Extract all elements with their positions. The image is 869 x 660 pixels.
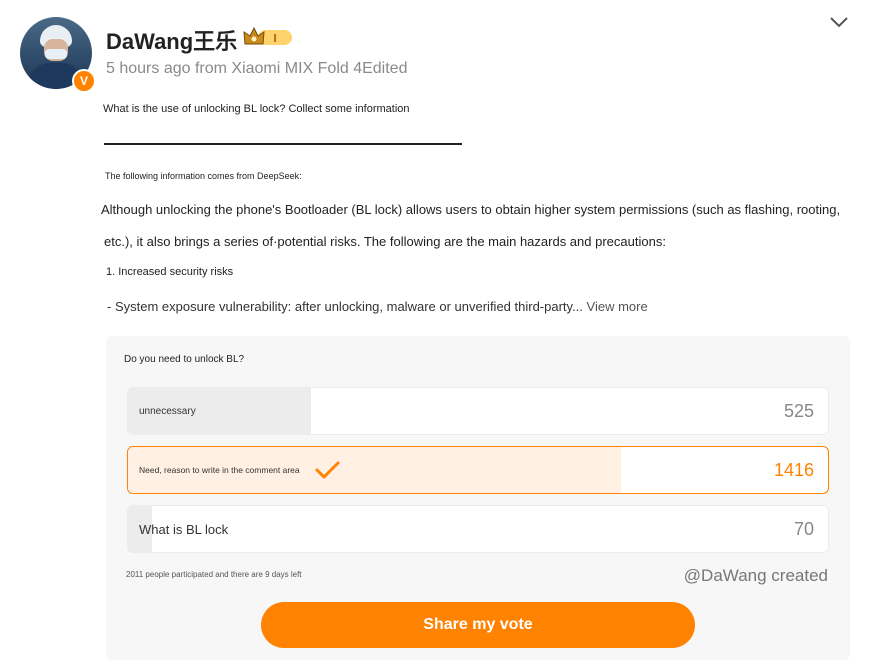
- post-title: What is the use of unlocking BL lock? Co…: [103, 103, 410, 115]
- poll-option-label: What is BL lock: [139, 521, 229, 537]
- list-item: 1. Increased security risks: [106, 266, 234, 278]
- poll-option-selected[interactable]: Need, reason to write in the comment are…: [127, 446, 829, 494]
- poll-option[interactable]: What is BL lock 70: [127, 505, 829, 553]
- poll-question: Do you need to unlock BL?: [124, 354, 245, 365]
- post-meta: 5 hours ago from Xiaomi MIX Fold 4Edited: [106, 60, 408, 77]
- poll-creator[interactable]: @DaWang created: [684, 566, 828, 586]
- divider: [104, 143, 462, 145]
- paragraph-2: etc.), it also brings a series of·potent…: [104, 234, 666, 249]
- poll-option-count: 1416: [773, 459, 814, 480]
- paragraph-1: Although unlocking the phone's Bootloade…: [101, 202, 841, 217]
- share-vote-button[interactable]: Share my vote: [261, 602, 695, 648]
- checkmark-icon: [315, 461, 340, 479]
- view-more-link[interactable]: View more: [583, 299, 648, 314]
- svg-text:I: I: [273, 32, 277, 45]
- list-item-text: - System exposure vulnerability: after u…: [107, 299, 583, 314]
- avatar-mask: [45, 49, 67, 59]
- author-name[interactable]: DaWang王乐: [106, 24, 237, 56]
- poll-option-label: unnecessary: [139, 405, 196, 417]
- poll-option-count: 70: [793, 518, 814, 539]
- poll-participants: 2011 people participated and there are 9…: [126, 570, 302, 579]
- poll-option-label: Need, reason to write in the comment are…: [139, 465, 300, 475]
- poll-option-label-wrap: Need, reason to write in the comment are…: [139, 447, 340, 493]
- poll-card: Do you need to unlock BL? unnecessary 52…: [106, 336, 850, 660]
- verified-v-icon: V: [72, 69, 96, 93]
- chevron-down-icon[interactable]: [828, 14, 850, 30]
- poll-option-count: 525: [783, 400, 814, 421]
- crown-icon[interactable]: I: [242, 26, 294, 48]
- source-note: The following information comes from Dee…: [105, 171, 302, 181]
- list-item: - System exposure vulnerability: after u…: [107, 299, 648, 314]
- poll-option[interactable]: unnecessary 525: [127, 387, 829, 435]
